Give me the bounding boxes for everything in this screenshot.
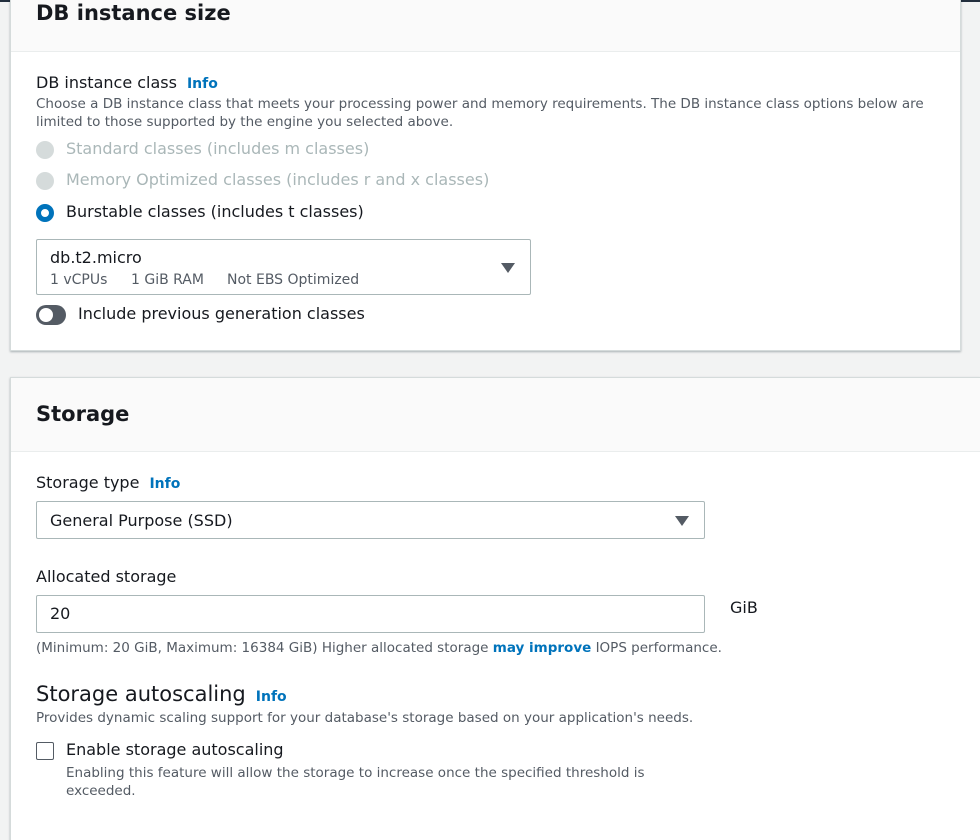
selected-class-name: db.t2.micro xyxy=(50,248,142,267)
radio-standard-classes xyxy=(36,141,54,159)
storage-type-info-link[interactable]: Info xyxy=(149,476,180,492)
allocated-storage-unit: GiB xyxy=(730,598,758,617)
db-instance-class-select[interactable]: db.t2.micro 1 vCPUs 1 GiB RAM Not EBS Op… xyxy=(36,239,531,295)
radio-burstable-classes-label[interactable]: Burstable classes (includes t classes) xyxy=(66,202,364,221)
storage-type-value: General Purpose (SSD) xyxy=(50,511,233,530)
toggle-knob xyxy=(39,308,53,322)
previous-generation-toggle-label: Include previous generation classes xyxy=(78,304,365,323)
storage-panel: Storage Storage type Info General Purpose… xyxy=(10,377,980,840)
storage-autoscaling-info-link[interactable]: Info xyxy=(256,689,287,705)
storage-type-field-label: Storage type Info xyxy=(36,473,180,492)
radio-memory-optimized-classes-label: Memory Optimized classes (includes r and… xyxy=(66,170,490,189)
chevron-down-icon xyxy=(501,263,515,273)
db-instance-class-label: DB instance class xyxy=(36,73,177,92)
enable-storage-autoscaling-checkbox[interactable] xyxy=(36,742,54,760)
storage-autoscaling-description: Provides dynamic scaling support for you… xyxy=(36,710,694,726)
allocated-storage-input[interactable]: 20 xyxy=(36,595,705,633)
previous-generation-toggle[interactable] xyxy=(36,305,66,325)
enable-storage-autoscaling-help: Enabling this feature will allow the sto… xyxy=(66,765,645,799)
selected-class-ebs: Not EBS Optimized xyxy=(227,272,360,288)
db-instance-class-info-link[interactable]: Info xyxy=(187,76,218,92)
selected-class-vcpus: 1 vCPUs xyxy=(50,272,108,288)
radio-memory-optimized-classes xyxy=(36,172,54,190)
allocated-storage-constraint: (Minimum: 20 GiB, Maximum: 16384 GiB) Hi… xyxy=(36,639,722,657)
radio-standard-classes-label: Standard classes (includes m classes) xyxy=(66,139,370,158)
storage-autoscaling-heading: Storage autoscaling Info xyxy=(36,682,287,706)
constraint-suffix: IOPS performance. xyxy=(591,640,722,656)
db-instance-size-title: DB instance size xyxy=(36,1,231,25)
radio-burstable-classes[interactable] xyxy=(36,204,54,222)
db-instance-class-description: Choose a DB instance class that meets yo… xyxy=(36,96,924,130)
storage-title: Storage xyxy=(36,402,130,426)
selected-class-ram: 1 GiB RAM xyxy=(131,272,204,288)
allocated-storage-label: Allocated storage xyxy=(36,567,177,586)
db-instance-size-panel: DB instance size DB instance class Info C… xyxy=(10,0,961,351)
enable-storage-autoscaling-label[interactable]: Enable storage autoscaling xyxy=(66,740,284,759)
may-improve-link[interactable]: may improve xyxy=(493,640,592,656)
storage-header: Storage xyxy=(11,378,980,452)
db-instance-class-field-label: DB instance class Info xyxy=(36,73,218,92)
storage-autoscaling-title: Storage autoscaling xyxy=(36,682,246,706)
constraint-prefix: (Minimum: 20 GiB, Maximum: 16384 GiB) Hi… xyxy=(36,640,493,656)
storage-type-label: Storage type xyxy=(36,473,140,492)
chevron-down-icon xyxy=(675,516,689,526)
db-instance-size-header: DB instance size xyxy=(11,0,960,52)
storage-type-select[interactable]: General Purpose (SSD) xyxy=(36,501,705,539)
